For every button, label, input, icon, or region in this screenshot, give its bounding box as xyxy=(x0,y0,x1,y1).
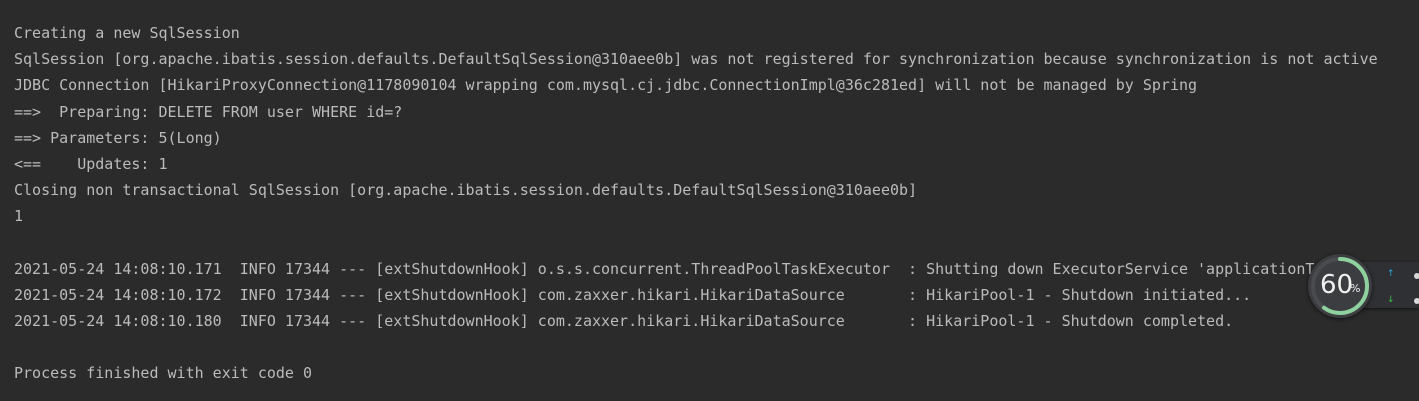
run-console-output[interactable]: Creating a new SqlSession SqlSession [org… xyxy=(0,0,1419,401)
dot-icon xyxy=(1414,273,1419,279)
arrow-down-icon: ↓ xyxy=(1387,295,1395,305)
console-line: Closing non transactional SqlSession [or… xyxy=(14,181,918,200)
memory-usage-gauge[interactable]: 60 % xyxy=(1308,254,1372,318)
console-line: Process finished with exit code 0 xyxy=(14,364,313,383)
console-blank-line xyxy=(14,230,1419,256)
console-line: SqlSession [org.apache.ibatis.session.de… xyxy=(14,50,1378,69)
gauge-percent-value: 60 xyxy=(1320,270,1354,300)
dot-icon xyxy=(1414,298,1419,304)
gauge-percent-sign: % xyxy=(1350,282,1361,295)
console-line: Creating a new SqlSession xyxy=(14,24,240,42)
console-blank-line xyxy=(14,334,1419,360)
console-line: ==> Parameters: 5(Long) xyxy=(14,128,222,147)
console-line: 1 xyxy=(14,207,24,226)
console-line: JDBC Connection [HikariProxyConnection@1… xyxy=(14,76,1198,95)
console-line: 2021-05-24 14:08:10.171 INFO 17344 --- [… xyxy=(14,259,1419,278)
console-line: 2021-05-24 14:08:10.172 INFO 17344 --- [… xyxy=(14,285,1252,304)
console-line: ==> Preparing: DELETE FROM user WHERE id… xyxy=(14,102,403,121)
arrow-up-icon: ↑ xyxy=(1387,269,1395,279)
network-speed-widget[interactable]: ↑ ↓ 60 % xyxy=(1308,254,1419,318)
console-line: <== Updates: 1 xyxy=(14,154,168,173)
console-lines: Creating a new SqlSession SqlSession [org… xyxy=(14,20,1419,387)
console-line: 2021-05-24 14:08:10.180 INFO 17344 --- [… xyxy=(14,312,1234,331)
